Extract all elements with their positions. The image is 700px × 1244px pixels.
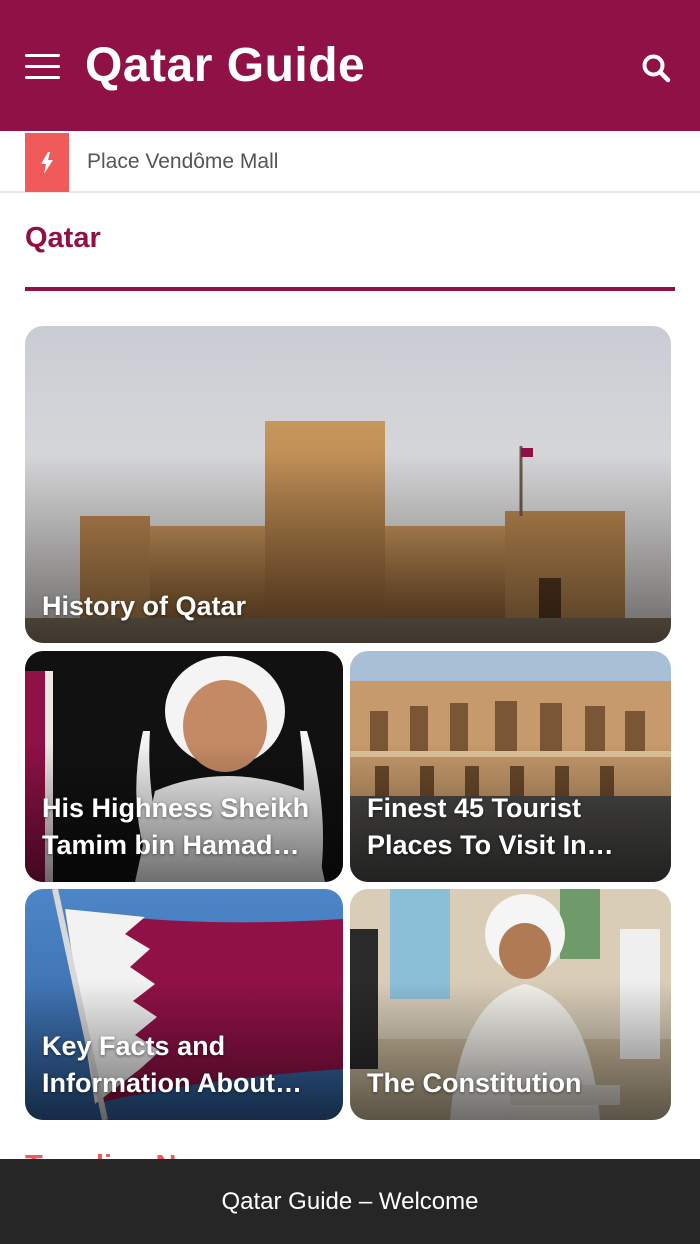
article-card-sheikh-tamim[interactable]: His Highness Sheikh Tamim bin Hamad… [25, 651, 343, 882]
footer-text[interactable]: Qatar Guide – Welcome [221, 1188, 478, 1216]
ticker-headline-link[interactable]: Place Vendôme Mall [87, 150, 278, 174]
card-title-line: History of Qatar [42, 591, 247, 621]
card-title-line: Finest 45 Tourist [367, 793, 582, 823]
top-app-bar: Qatar Guide [0, 0, 700, 131]
article-card-constitution[interactable]: The Constitution [350, 889, 671, 1120]
site-title[interactable]: Qatar Guide [85, 36, 365, 96]
card-title-line: His Highness Sheikh [42, 793, 310, 823]
card-title: History of Qatar [42, 588, 659, 625]
card-title-line: The Constitution [367, 1068, 582, 1098]
lightning-bolt-icon [41, 151, 53, 174]
article-card-history-of-qatar[interactable]: History of Qatar [25, 326, 671, 643]
bottom-bar: Qatar Guide – Welcome [0, 1159, 700, 1244]
hamburger-menu-icon[interactable] [25, 52, 60, 82]
card-title-line: Key Facts and [42, 1031, 226, 1061]
card-title: His Highness Sheikh Tamim bin Hamad… [42, 790, 331, 864]
article-card-tourist-places[interactable]: Finest 45 Tourist Places To Visit In… [350, 651, 671, 882]
card-title: Finest 45 Tourist Places To Visit In… [367, 790, 659, 864]
search-icon[interactable] [640, 52, 672, 84]
article-card-key-facts[interactable]: Key Facts and Information About… [25, 889, 343, 1120]
breaking-news-ticker: Place Vendôme Mall [0, 131, 700, 193]
section-divider [25, 287, 675, 291]
card-title: The Constitution [367, 1065, 659, 1102]
card-title-line: Information About… [42, 1068, 302, 1098]
card-title: Key Facts and Information About… [42, 1028, 331, 1102]
card-title-line: Places To Visit In… [367, 830, 614, 860]
ticker-badge [25, 133, 69, 192]
card-title-line: Tamim bin Hamad… [42, 830, 300, 860]
section-title: Qatar [25, 222, 101, 254]
